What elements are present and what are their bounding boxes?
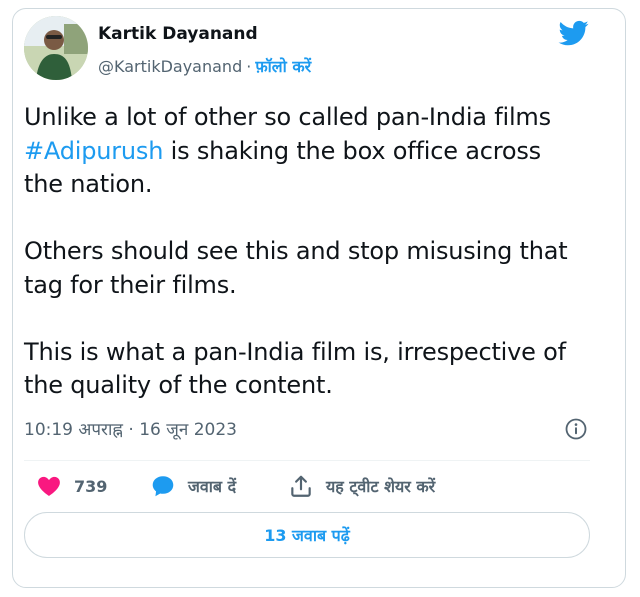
read-replies-button[interactable]: 13 जवाब पढ़ें xyxy=(24,512,590,558)
info-icon[interactable] xyxy=(564,417,588,441)
tweet-paragraph-2: Others should see this and stop misusing… xyxy=(24,237,568,299)
divider xyxy=(24,460,590,461)
twitter-bird-icon[interactable] xyxy=(556,18,592,48)
tweet-line-2: is shaking the box office across xyxy=(163,136,541,165)
reply-bubble-icon xyxy=(152,476,174,497)
author-name[interactable]: Kartik Dayanand xyxy=(98,24,258,44)
like-button[interactable]: 739 xyxy=(36,470,107,502)
author-handle[interactable]: @KartikDayanand xyxy=(98,57,242,76)
reply-label: जवाब दें xyxy=(188,477,237,496)
share-button[interactable]: यह ट्वीट शेयर करें xyxy=(288,470,435,502)
avatar[interactable] xyxy=(24,16,88,80)
hashtag-link[interactable]: #Adipurush xyxy=(24,137,163,165)
share-label: यह ट्वीट शेयर करें xyxy=(326,477,436,496)
tweet-text: Unlike a lot of other so called pan-Indi… xyxy=(24,101,599,403)
separator: · xyxy=(128,420,134,440)
like-count: 739 xyxy=(74,476,108,496)
tweet-date: 16 जून 2023 xyxy=(139,420,237,440)
author-handle-row: @KartikDayanand · फ़ॉलो करें xyxy=(98,55,311,77)
share-icon xyxy=(291,475,311,497)
tweet-line-1: Unlike a lot of other so called pan-Indi… xyxy=(24,103,551,131)
tweet-line-3: the nation. xyxy=(24,170,153,198)
follow-button[interactable]: फ़ॉलो करें xyxy=(255,57,311,76)
tweet-paragraph-3: This is what a pan-India film is, irresp… xyxy=(24,337,566,400)
tweet-timestamp[interactable]: 10:19 अपराह्न · 16 जून 2023 xyxy=(24,417,237,440)
reply-button[interactable]: जवाब दें xyxy=(150,470,236,502)
tweet-time: 10:19 अपराह्न xyxy=(24,420,123,440)
heart-icon xyxy=(38,476,60,496)
separator: · xyxy=(246,57,252,76)
